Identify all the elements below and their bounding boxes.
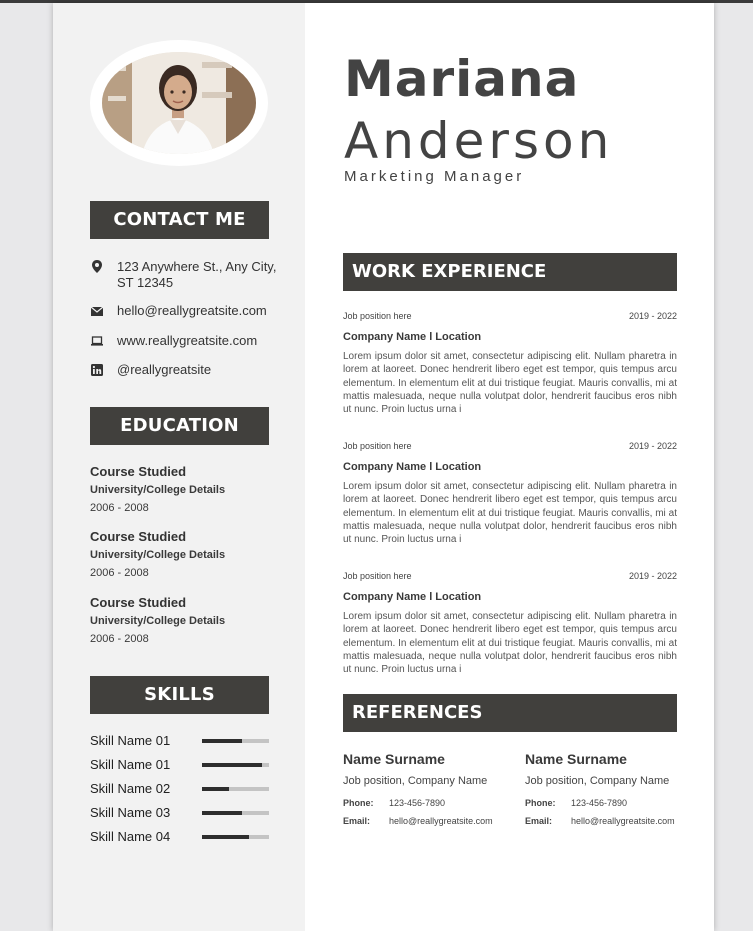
- education-course: Course Studied: [90, 529, 187, 544]
- skill-bar: [202, 811, 269, 815]
- skill-item: Skill Name 03: [90, 805, 270, 821]
- skill-bar: [202, 787, 269, 791]
- education-item: Course Studied University/College Detail…: [90, 529, 290, 580]
- skill-name: Skill Name 01: [90, 757, 171, 772]
- job-description: Lorem ipsum dolor sit amet, consectetur …: [343, 481, 677, 546]
- education-course: Course Studied: [90, 595, 187, 610]
- education-heading: EDUCATION: [90, 407, 269, 445]
- contact-email-text[interactable]: hello@reallygreatsite.com: [117, 303, 287, 319]
- education-item: Course Studied University/College Detail…: [90, 595, 290, 646]
- resume-page: CONTACT ME 123 Anywhere St., Any City, S…: [53, 3, 714, 931]
- education-years: 2006 - 2008: [90, 567, 149, 579]
- laptop-icon: [90, 333, 104, 349]
- last-name: Anderson: [344, 112, 614, 170]
- references-heading: REFERENCES: [343, 694, 677, 732]
- reference-card: Name Surname Job position, Company Name …: [343, 750, 503, 827]
- education-course: Course Studied: [90, 464, 187, 479]
- reference-position: Job position, Company Name: [343, 775, 488, 787]
- reference-phone: 123-456-7890: [389, 798, 446, 808]
- education-school: University/College Details: [90, 549, 226, 561]
- job-title: Marketing Manager: [344, 168, 525, 185]
- job-company: Company Name l Location: [343, 331, 482, 343]
- education-years: 2006 - 2008: [90, 633, 149, 645]
- profile-photo-frame: [90, 40, 268, 166]
- profile-photo: [102, 52, 256, 154]
- work-entry: Job position here 2019 - 2022 Company Na…: [343, 440, 677, 546]
- skill-item: Skill Name 04: [90, 829, 270, 845]
- work-entry: Job position here 2019 - 2022 Company Na…: [343, 310, 677, 416]
- skill-item: Skill Name 01: [90, 757, 270, 773]
- job-company: Company Name l Location: [343, 461, 482, 473]
- job-company: Company Name l Location: [343, 591, 482, 603]
- contact-linkedin-text[interactable]: @reallygreatsite: [117, 362, 287, 378]
- reference-phone-label: Phone:: [343, 798, 374, 808]
- skill-bar: [202, 763, 269, 767]
- job-description: Lorem ipsum dolor sit amet, consectetur …: [343, 611, 677, 676]
- skill-bar-fill: [202, 811, 243, 815]
- reference-position: Job position, Company Name: [525, 775, 670, 787]
- skill-name: Skill Name 02: [90, 781, 171, 796]
- job-years: 2019 - 2022: [628, 441, 677, 451]
- skill-bar-fill: [202, 763, 263, 767]
- work-entry: Job position here 2019 - 2022 Company Na…: [343, 570, 677, 676]
- contact-website-text[interactable]: www.reallygreatsite.com: [117, 333, 287, 349]
- location-pin-icon: [90, 259, 104, 275]
- skill-name: Skill Name 01: [90, 733, 171, 748]
- first-name: Mariana: [344, 50, 580, 108]
- skill-item: Skill Name 01: [90, 733, 270, 749]
- education-item: Course Studied University/College Detail…: [90, 464, 290, 515]
- skill-bar-fill: [202, 835, 249, 839]
- job-position: Job position here: [343, 571, 412, 581]
- reference-phone-label: Phone:: [525, 798, 556, 808]
- skill-name: Skill Name 03: [90, 805, 171, 820]
- job-position: Job position here: [343, 441, 412, 451]
- reference-name: Name Surname: [525, 751, 627, 767]
- reference-card: Name Surname Job position, Company Name …: [525, 750, 685, 827]
- job-description: Lorem ipsum dolor sit amet, consectetur …: [343, 351, 677, 416]
- contact-address-text: 123 Anywhere St., Any City, ST 12345: [117, 259, 277, 290]
- reference-email[interactable]: hello@reallygreatsite.com: [571, 815, 675, 827]
- linkedin-icon: [90, 362, 104, 378]
- skill-bar: [202, 739, 269, 743]
- skill-item: Skill Name 02: [90, 781, 270, 797]
- reference-email-label: Email:: [525, 816, 553, 826]
- job-years: 2019 - 2022: [628, 311, 677, 321]
- skill-name: Skill Name 04: [90, 829, 171, 844]
- reference-name: Name Surname: [343, 751, 445, 767]
- reference-email[interactable]: hello@reallygreatsite.com: [389, 815, 493, 827]
- contact-heading: CONTACT ME: [90, 201, 269, 239]
- education-years: 2006 - 2008: [90, 502, 149, 514]
- education-school: University/College Details: [90, 484, 226, 496]
- reference-phone: 123-456-7890: [571, 798, 628, 808]
- work-experience-heading: WORK EXPERIENCE: [343, 253, 677, 291]
- job-position: Job position here: [343, 311, 412, 321]
- skill-bar-fill: [202, 787, 229, 791]
- education-school: University/College Details: [90, 615, 226, 627]
- skills-heading: SKILLS: [90, 676, 269, 714]
- reference-email-label: Email:: [343, 816, 371, 826]
- email-icon: [90, 303, 104, 319]
- job-years: 2019 - 2022: [628, 571, 677, 581]
- sidebar: CONTACT ME 123 Anywhere St., Any City, S…: [53, 3, 305, 931]
- skill-bar: [202, 835, 269, 839]
- skill-bar-fill: [202, 739, 243, 743]
